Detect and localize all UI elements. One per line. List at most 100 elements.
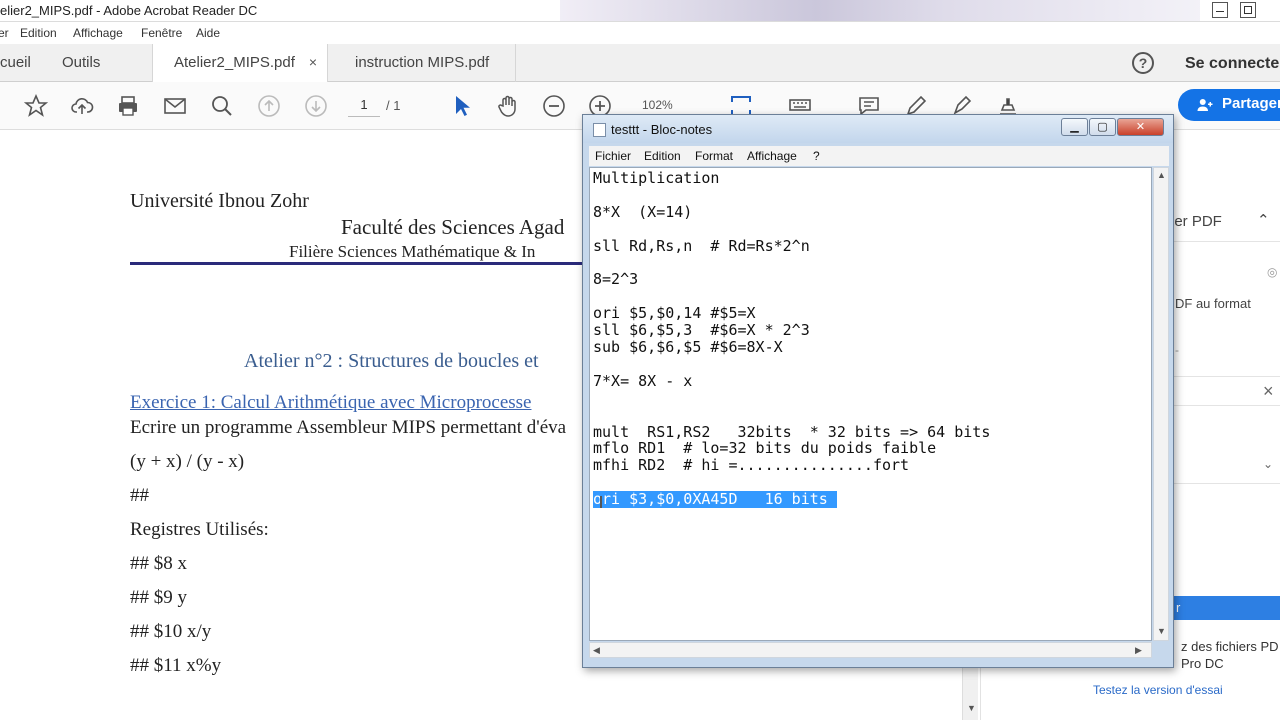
acrobat-menu-bar: er Edition Affichage Fenêtre Aide — [0, 22, 1280, 44]
sign-in-link[interactable]: Se connecte — [1185, 55, 1279, 73]
doc-header-rule — [130, 262, 590, 265]
notepad-selected-line[interactable]: ori $3,$0,0XA45D 16 bits — [593, 491, 837, 509]
notepad-app-icon — [593, 123, 606, 137]
notepad-vertical-scrollbar[interactable]: ▲ ▼ — [1153, 167, 1169, 641]
np-menu-edition[interactable]: Edition — [644, 149, 681, 163]
close-icon: ✕ — [1135, 121, 1146, 133]
maximize-icon — [1244, 6, 1252, 14]
doc-register-line: ## $8 x — [130, 553, 187, 574]
doc-register-line: ## $11 x%y — [130, 655, 222, 676]
doc-hash: ## — [130, 485, 149, 506]
np-menu-affichage[interactable]: Affichage — [747, 149, 797, 163]
notepad-line[interactable]: 8=2^3 — [593, 271, 638, 288]
tab-atelier2-label: Atelier2_MIPS.pdf — [174, 54, 295, 71]
hand-tool-icon[interactable] — [496, 94, 520, 118]
window-title: elier2_MIPS.pdf - Adobe Acrobat Reader D… — [0, 3, 258, 18]
notepad-title-bar[interactable]: testtt - Bloc-notes ▁ ▢ ✕ — [583, 115, 1173, 143]
notepad-line[interactable]: sub $6,$6,$5 #$6=8X-X — [593, 339, 783, 356]
share-button[interactable]: Partager — [1178, 89, 1280, 121]
print-icon[interactable] — [116, 94, 140, 118]
promo-text-line2: Pro DC — [1181, 656, 1224, 671]
notepad-close-button[interactable]: ✕ — [1117, 118, 1164, 136]
menu-file[interactable]: er — [0, 26, 9, 40]
notepad-horizontal-scrollbar[interactable]: ◀ ▶ — [589, 642, 1152, 658]
close-pane-icon[interactable]: × — [1263, 381, 1274, 402]
page-number-input[interactable]: 1 — [348, 93, 380, 117]
notepad-line[interactable]: 8*X (X=14) — [593, 203, 692, 221]
info-icon: ◎ — [1267, 265, 1278, 279]
tab-instruction-label: instruction MIPS.pdf — [355, 54, 490, 71]
menu-affichage[interactable]: Affichage — [73, 26, 123, 40]
tab-instruction-mips[interactable]: instruction MIPS.pdf — [328, 44, 516, 82]
notepad-line[interactable]: mult RS1,RS2 32bits * 32 bits => 64 bits — [593, 423, 990, 441]
scroll-down-arrow-icon[interactable]: ▼ — [967, 703, 976, 713]
minimize-button[interactable] — [1212, 2, 1228, 18]
tab-outils[interactable]: Outils — [62, 44, 100, 82]
text-cursor — [600, 496, 602, 508]
notepad-line[interactable]: mflo RD1 # lo=32 bits du poids faible — [593, 440, 936, 457]
doc-register-line: ## $10 x/y — [130, 621, 212, 642]
menu-fenetre[interactable]: Fenêtre — [141, 26, 182, 40]
separator-dot: - — [1175, 343, 1179, 357]
notepad-maximize-button[interactable]: ▢ — [1089, 118, 1116, 136]
tab-accueil-label: cueil — [0, 54, 31, 71]
maximize-button[interactable] — [1240, 2, 1256, 18]
notepad-line[interactable]: 7*X= 8X - x — [593, 372, 692, 390]
scroll-right-arrow-icon[interactable]: ▶ — [1135, 645, 1142, 656]
doc-university: Université Ibnou Zohr — [130, 190, 309, 212]
notepad-line[interactable]: sll $6,$5,3 #$6=X * 2^3 — [593, 322, 810, 339]
acrobat-tab-bar: cueil Outils Atelier2_MIPS.pdf × instruc… — [0, 44, 1280, 83]
doc-registers-title: Registres Utilisés: — [130, 519, 269, 540]
share-label: Partager — [1222, 95, 1280, 112]
promo-text-line1: z des fichiers PD — [1181, 639, 1279, 654]
doc-filiere: Filière Sciences Mathématique & In — [289, 242, 536, 261]
doc-faculty: Faculté des Sciences Agad — [341, 215, 565, 239]
tab-close-icon[interactable]: × — [309, 54, 317, 70]
search-icon[interactable] — [210, 94, 234, 118]
notepad-line[interactable]: sll Rd,Rs,n # Rd=Rs*2^n — [593, 237, 810, 255]
trial-link[interactable]: Testez la version d'essai — [1093, 683, 1223, 697]
page-up-icon[interactable] — [257, 94, 281, 118]
acrobat-title-bar: elier2_MIPS.pdf - Adobe Acrobat Reader D… — [0, 0, 1280, 22]
menu-edition[interactable]: Edition — [20, 26, 57, 40]
upload-cloud-icon[interactable] — [70, 94, 94, 118]
promo-button[interactable]: r — [1171, 596, 1280, 620]
chevron-down-icon[interactable]: ⌄ — [1263, 457, 1273, 471]
minimize-icon: ▁ — [1070, 121, 1079, 133]
notepad-line[interactable]: mfhi RD2 # hi =...............fort — [593, 457, 909, 474]
scroll-left-arrow-icon[interactable]: ◀ — [593, 645, 600, 656]
menu-aide[interactable]: Aide — [196, 26, 220, 40]
maximize-icon: ▢ — [1097, 121, 1108, 133]
help-icon[interactable]: ? — [1132, 52, 1154, 74]
email-icon[interactable] — [163, 94, 187, 118]
np-menu-fichier[interactable]: Fichier — [595, 149, 631, 163]
title-bar-decoration — [560, 0, 1200, 21]
page-down-icon[interactable] — [304, 94, 328, 118]
notepad-title: testtt - Bloc-notes — [611, 122, 713, 137]
doc-exercise-link[interactable]: Exercice 1: Calcul Arithmétique avec Mic… — [130, 392, 531, 414]
doc-instruction: Ecrire un programme Assembleur MIPS perm… — [130, 417, 567, 438]
zoom-out-icon[interactable] — [542, 94, 566, 118]
minimize-icon — [1216, 11, 1224, 12]
notepad-line[interactable]: Multiplication — [593, 170, 719, 187]
export-description: DF au format — [1175, 296, 1251, 311]
notepad-text-area[interactable]: Multiplication 8*X (X=14) sll Rd,Rs,n # Rd… — [589, 167, 1152, 641]
np-menu-format[interactable]: Format — [695, 149, 733, 163]
scroll-down-arrow-icon[interactable]: ▼ — [1157, 626, 1166, 636]
page-total: / 1 — [386, 98, 401, 113]
notepad-window[interactable]: testtt - Bloc-notes ▁ ▢ ✕ Fichier Editio… — [582, 114, 1174, 668]
notepad-minimize-button[interactable]: ▁ — [1061, 118, 1088, 136]
tab-atelier2[interactable]: Atelier2_MIPS.pdf × — [152, 44, 328, 83]
collapse-chevron-icon[interactable]: ⌃ — [1257, 211, 1270, 229]
scroll-up-arrow-icon[interactable]: ▲ — [1157, 170, 1166, 180]
notepad-line[interactable]: ori $5,$0,14 #$5=X — [593, 305, 756, 322]
doc-register-line: ## $9 y — [130, 587, 187, 608]
bookmark-star-icon[interactable] — [23, 93, 49, 118]
np-menu-help[interactable]: ? — [813, 149, 820, 163]
zoom-level[interactable]: 102% — [642, 98, 673, 112]
notepad-menu-bar: Fichier Edition Format Affichage ? — [589, 146, 1169, 166]
export-pdf-section[interactable]: ier PDF — [1171, 213, 1222, 230]
tab-accueil[interactable]: cueil — [0, 44, 31, 82]
select-cursor-icon[interactable] — [450, 94, 474, 118]
promo-button-label: r — [1176, 600, 1181, 615]
